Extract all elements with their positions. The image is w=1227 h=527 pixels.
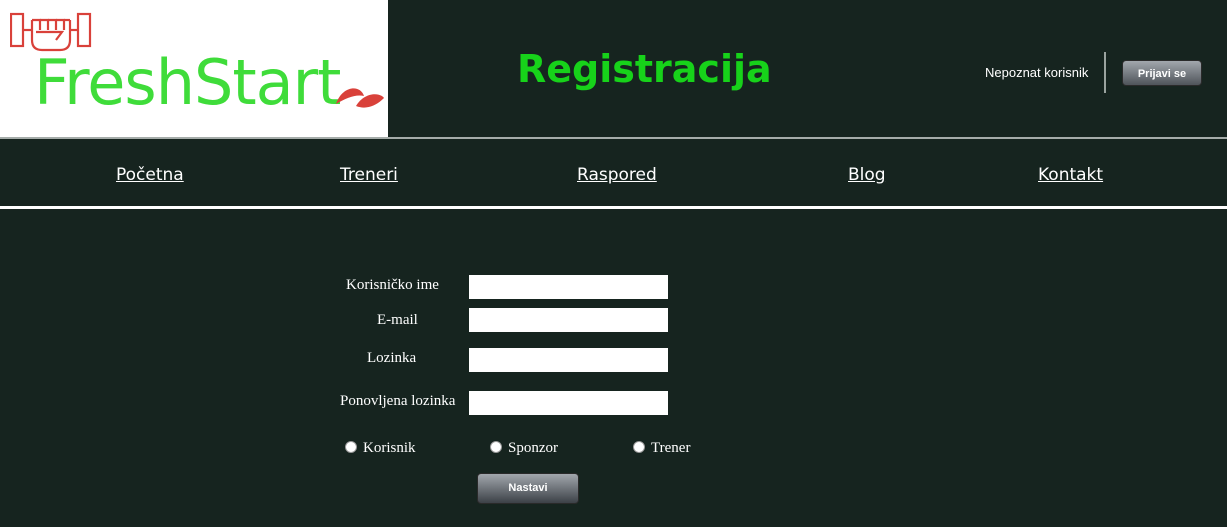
user-status: Nepoznat korisnik (985, 65, 1089, 80)
role-radio-korisnik[interactable] (345, 441, 357, 453)
email-label: E-mail (377, 312, 418, 328)
nav-link-blog[interactable]: Blog (848, 163, 886, 187)
role-label-korisnik: Korisnik (363, 440, 416, 456)
password-label: Lozinka (367, 350, 417, 366)
email-input[interactable] (469, 308, 668, 332)
nav-link-raspored[interactable]: Raspored (577, 163, 657, 187)
nav-link-kontakt[interactable]: Kontakt (1038, 163, 1103, 187)
password-input[interactable] (469, 348, 668, 372)
nav-link-treneri[interactable]: Treneri (340, 163, 398, 187)
page-title: Registracija (517, 47, 772, 91)
logo-text: FreshStart (34, 46, 341, 119)
username-input[interactable] (469, 275, 668, 299)
leaf-icon (336, 88, 384, 108)
role-radio-trener[interactable] (633, 441, 645, 453)
main-nav: Početna Treneri Raspored Blog Kontakt (0, 139, 1227, 206)
role-label-trener: Trener (651, 440, 691, 456)
repeat-password-label: Ponovljena lozinka (340, 393, 456, 409)
role-radio-sponzor[interactable] (490, 441, 502, 453)
nav-separator (0, 206, 1227, 209)
logo[interactable]: FreshStart (0, 0, 388, 137)
header-divider (1104, 52, 1106, 93)
login-button[interactable]: Prijavi se (1122, 60, 1202, 86)
continue-button[interactable]: Nastavi (477, 473, 579, 504)
role-label-sponzor: Sponzor (508, 440, 558, 456)
nav-link-pocetna[interactable]: Početna (116, 163, 184, 187)
username-label: Korisničko ime (346, 277, 439, 293)
repeat-password-input[interactable] (469, 391, 668, 415)
